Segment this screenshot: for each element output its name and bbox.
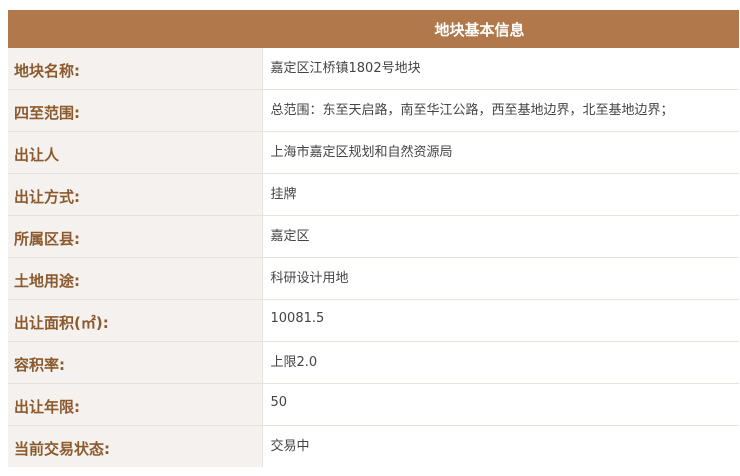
row-value-text: 上海市嘉定区规划和自然资源局 [270,145,453,160]
row-value: 挂牌 [262,173,740,216]
row-value-text: 科研设计用地 [270,271,349,286]
row-label: 当前交易状态: [8,425,263,467]
row-value-text: 10081.5 [270,311,325,326]
page: 地块基本信息 地块名称: 嘉定区江桥镇1802号地块 四至范围: 总范围：东至天… [0,0,740,476]
land-info-table: 地块基本信息 地块名称: 嘉定区江桥镇1802号地块 四至范围: 总范围：东至天… [8,10,740,467]
row-value: 上限2.0 [262,341,740,384]
table-row: 出让人 上海市嘉定区规划和自然资源局 [8,131,740,174]
table-row: 四至范围: 总范围：东至天启路，南至华江公路，西至基地边界，北至基地边界； [8,89,740,132]
row-label-text: 出让面积(㎡): [14,314,109,332]
table-row: 出让面积(㎡): 10081.5 [8,299,740,342]
table-row: 出让年限: 50 [8,383,740,426]
row-label-text: 出让人 [14,146,60,164]
row-label-text: 当前交易状态: [14,440,110,458]
row-value: 科研设计用地 [262,257,740,300]
row-label-text: 出让年限: [14,398,80,416]
row-label: 四至范围: [8,89,263,132]
table-row: 地块名称: 嘉定区江桥镇1802号地块 [8,48,740,90]
row-label-text: 地块名称: [14,62,80,80]
row-value-text: 50 [270,395,288,410]
table-row: 当前交易状态: 交易中 [8,425,740,467]
row-label-text: 容积率: [14,356,65,374]
row-value: 上海市嘉定区规划和自然资源局 [262,131,740,174]
row-label-text: 出让方式: [14,188,80,206]
table-row: 容积率: 上限2.0 [8,341,740,384]
row-label: 所属区县: [8,215,263,258]
row-value: 嘉定区 [262,215,740,258]
row-value-text: 交易中 [270,439,310,454]
row-label: 出让面积(㎡): [8,299,263,342]
row-label-text: 土地用途: [14,272,80,290]
row-label: 容积率: [8,341,263,384]
row-value-text: 挂牌 [270,187,297,202]
table-row: 所属区县: 嘉定区 [8,215,740,258]
row-label: 地块名称: [8,48,263,90]
row-label: 土地用途: [8,257,263,300]
row-label: 出让人 [8,131,263,174]
table-title: 地块基本信息 [8,10,740,48]
table-row: 出让方式: 挂牌 [8,173,740,216]
row-value: 50 [262,383,740,426]
row-value: 10081.5 [262,299,740,342]
row-value-text: 总范围：东至天启路，南至华江公路，西至基地边界，北至基地边界； [270,103,674,118]
row-label: 出让方式: [8,173,263,216]
table-header-row: 地块基本信息 [8,10,740,48]
row-label: 出让年限: [8,383,263,426]
row-value: 总范围：东至天启路，南至华江公路，西至基地边界，北至基地边界； [262,89,740,132]
row-value-text: 嘉定区江桥镇1802号地块 [270,61,421,76]
table-row: 土地用途: 科研设计用地 [8,257,740,300]
row-label-text: 四至范围: [14,104,80,122]
row-value-text: 嘉定区 [270,229,310,244]
row-value: 嘉定区江桥镇1802号地块 [262,48,740,90]
row-value-text: 上限2.0 [270,355,318,370]
row-value: 交易中 [262,425,740,467]
row-label-text: 所属区县: [14,230,80,248]
